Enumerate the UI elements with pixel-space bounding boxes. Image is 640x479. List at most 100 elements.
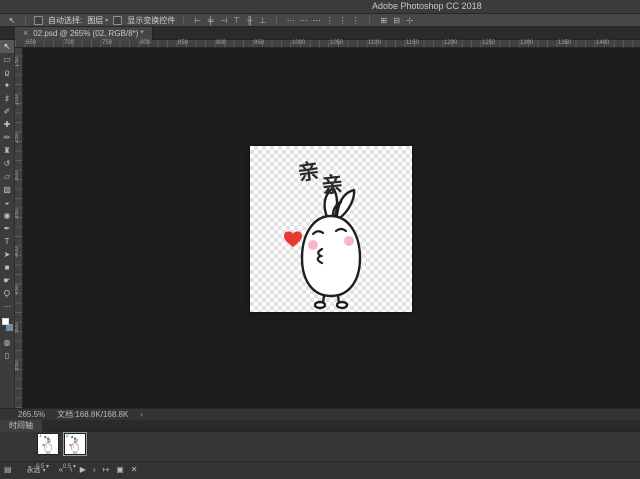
eyedropper-tool[interactable]: ✐ [0,105,14,118]
document-size-info[interactable]: 文档:168.8K/168.8K [57,409,128,420]
3d-mode-icon[interactable]: ⊹ [404,15,415,26]
frame-number: 2 [66,433,69,439]
timeline-frame-1[interactable]: 1 0.5 ▾ [36,433,60,473]
blur-tool[interactable]: ◒ [0,196,14,209]
distribute-vertical-center-icon[interactable]: ⋯ [298,15,309,26]
align-right-icon[interactable]: ⊣ [218,15,229,26]
ruler-label-v: 300 [14,170,20,181]
align-to-selection-icon[interactable]: ⊟ [391,15,402,26]
quick-selection-tool[interactable]: ✦ [0,79,14,92]
auto-select-target-dropdown[interactable]: 图层 ▾ [87,15,108,26]
next-frame-button[interactable]: › [93,465,96,475]
tool-list: ↖ ▭ ϱ ✦ ♯ ✐ ✚ ✏ ♜ ↺ ▱ ▨ ◒ ◉ ✒ T ➤ ■ ☛ Ϙ ⋯ [0,40,14,313]
ruler-label-h: 1200 [444,40,458,46]
close-icon[interactable]: × [23,29,28,38]
window-title: Adobe Photoshop CC 2018 [372,1,482,11]
rectangular-marquee-tool[interactable]: ▭ [0,53,14,66]
align-left-icon[interactable]: ⊢ [192,15,203,26]
background-color-swatch[interactable] [6,324,13,331]
auto-select-checkbox[interactable] [34,15,43,25]
quick-mask-icon[interactable]: ◍ [0,336,14,349]
ruler-label-h: 1300 [520,40,534,46]
color-swatches [0,316,14,336]
history-brush-tool[interactable]: ↺ [0,157,14,170]
options-bar: ↖ 自动选择: 图层 ▾ 显示变换控件 ⊢ ╪ ⊣ ⊤ ╫ ⊥ ⋯ ⋯ ⋯ ⋮ ⋮ ⋮ ⊞ ⊟ ⊹ [0,14,640,27]
divider [183,15,185,25]
hand-tool[interactable]: ☛ [0,274,14,287]
lasso-tool[interactable]: ϱ [0,66,14,79]
zoom-tool[interactable]: Ϙ [0,287,14,300]
canvas-viewport [23,48,640,408]
type-tool[interactable]: T [0,235,14,248]
canvas-artboard[interactable] [250,146,412,312]
ruler-label-v: 550 [14,360,20,371]
align-middle-icon[interactable]: ╫ [244,15,255,26]
dodge-tool[interactable]: ◉ [0,209,14,222]
document-tab[interactable]: × 02.psd @ 265% (02, RGB/8*) * [15,27,153,40]
brush-tool[interactable]: ✏ [0,131,14,144]
frame-delay-select[interactable]: 0.5 ▾ [63,464,76,470]
ruler-label-h: 700 [64,40,75,46]
frame-number: 1 [39,433,42,439]
duplicate-frame-button[interactable]: ▣ [116,465,124,475]
edit-toolbar-icon[interactable]: ⋯ [0,300,14,313]
options_align: ⊢ ╪ ⊣ ⊤ ╫ ⊥ [192,15,268,26]
ruler-label-v: 350 [14,208,20,219]
distribute-bottom-icon[interactable]: ⋯ [311,15,322,26]
timeline-header: 时间轴 [0,420,640,432]
gradient-tool[interactable]: ▨ [0,183,14,196]
ruler-horizontal: 650 700 750 800 850 900 950 1000 1050 1100 1150 120… [15,40,640,48]
zoom-level-field[interactable]: 265.5% [18,410,45,419]
path-selection-tool[interactable]: ➤ [0,248,14,261]
canvas-artwork [250,146,412,312]
align-top-icon[interactable]: ⊤ [231,15,242,26]
timeline-frame-2[interactable]: 2 0.5 ▾ [63,432,87,473]
timeline-panel: 时间轴 1 0.5 ▾ 2 0.5 ▾ ▤ 永远 ▾ «‹ ▶ › ↦ ▣ ✕ [0,420,640,479]
options_extra: ⊞ ⊟ ⊹ [378,15,415,26]
timeline-controls: ▤ 永远 ▾ «‹ ▶ › ↦ ▣ ✕ [0,461,640,478]
screen-mode-icon[interactable]: ▯ [0,349,14,362]
move-tool[interactable]: ↖ [0,40,14,53]
ruler-label-h: 1150 [406,40,419,46]
distribute-horizontal-center-icon[interactable]: ⋮ [337,15,348,26]
auto-select-label: 自动选择: [48,15,83,25]
ruler-vertical: 150 200 250 300 350 400 450 500 550 [14,48,23,408]
eraser-tool[interactable]: ▱ [0,170,14,183]
timeline-tab[interactable]: 时间轴 [0,420,42,432]
foreground-color-swatch[interactable] [2,318,9,325]
ruler-label-h: 1000 [292,40,306,46]
status-popup-icon[interactable]: › [140,410,143,419]
frame-delay-select[interactable]: 0.5 ▾ [36,464,49,470]
ruler-label-h: 650 [26,40,37,46]
align-center-horizontal-icon[interactable]: ╪ [205,15,216,26]
ruler-label-h: 1350 [558,40,572,46]
show-transform-checkbox[interactable] [113,15,123,25]
ruler-label-h: 1250 [482,40,496,46]
status-bar: 265.5% 文档:168.8K/168.8K › [0,408,640,420]
distribute-left-icon[interactable]: ⋮ [324,15,335,26]
distribute-top-icon[interactable]: ⋯ [285,15,296,26]
shape-tool[interactable]: ■ [0,261,14,274]
delete-frame-button[interactable]: ✕ [131,465,138,475]
divider [276,15,278,25]
frame-thumbnail[interactable]: 1 [37,433,59,455]
titlebar: Adobe Photoshop CC 2018 [0,0,640,14]
divider [25,15,26,25]
distribute-right-icon[interactable]: ⋮ [350,15,361,26]
tool-palette: ↖ ▭ ϱ ✦ ♯ ✐ ✚ ✏ ♜ ↺ ▱ ▨ ◒ ◉ ✒ T ➤ ■ ☛ Ϙ ⋯ ◍ ▯ [0,40,15,408]
chevron-down-icon: ▾ [105,17,109,24]
convert-video-timeline-icon[interactable]: ▤ [4,465,12,475]
ruler-label-h: 950 [254,40,265,46]
options_distribute: ⋯ ⋯ ⋯ ⋮ ⋮ ⋮ [285,15,361,26]
crop-tool[interactable]: ♯ [0,92,14,105]
align-bottom-icon[interactable]: ⊥ [257,15,268,26]
auto-select-target-value: 图层 [87,15,104,25]
ruler-label-v: 200 [14,94,20,105]
clone-stamp-tool[interactable]: ♜ [0,144,14,157]
pen-tool[interactable]: ✒ [0,222,14,235]
tween-button[interactable]: ↦ [103,465,110,475]
document-tab-title: 02.psd @ 265% (02, RGB/8*) * [33,29,144,38]
healing-brush-tool[interactable]: ✚ [0,118,14,131]
distribute-spacing-icon[interactable]: ⊞ [378,15,389,26]
frame-thumbnail[interactable]: 2 [63,432,87,456]
